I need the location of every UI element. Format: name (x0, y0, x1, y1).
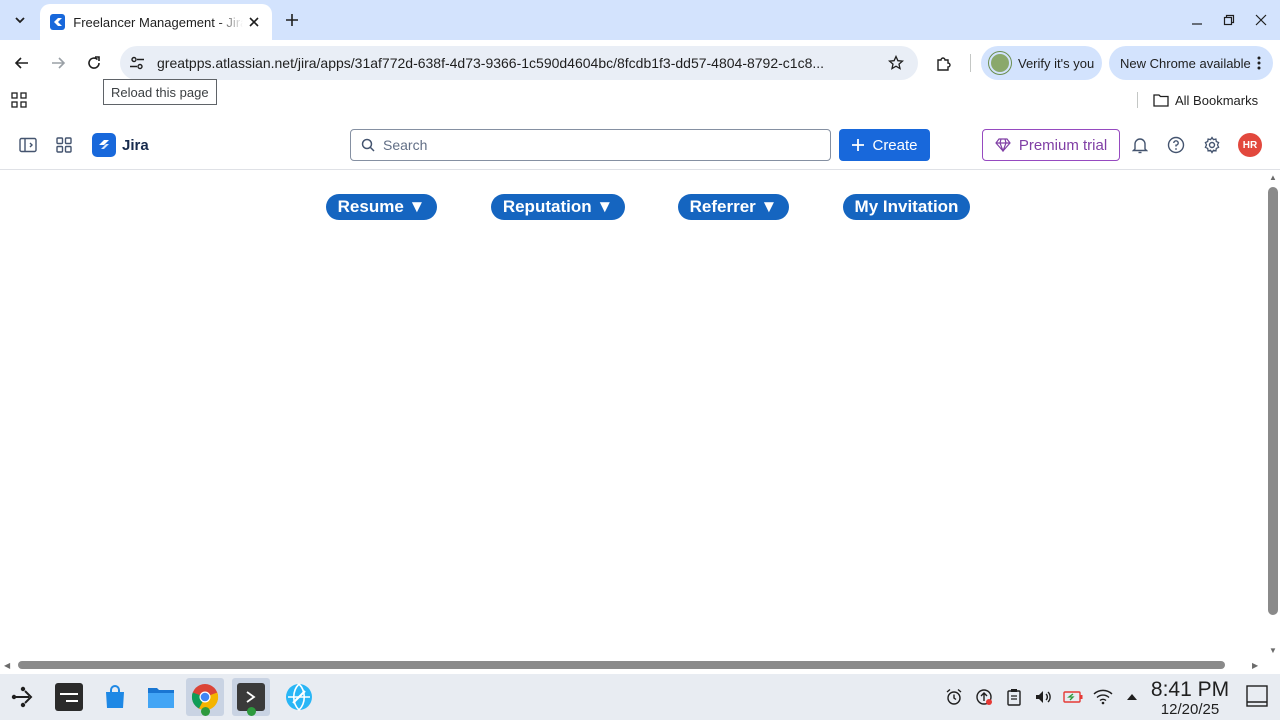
clipboard-tray-icon[interactable] (1004, 687, 1024, 707)
notifications-bell-icon[interactable] (1128, 133, 1152, 157)
vertical-scroll-thumb[interactable] (1268, 187, 1278, 615)
new-chrome-available-button[interactable]: New Chrome available (1109, 46, 1273, 80)
premium-trial-button[interactable]: Premium trial (982, 129, 1120, 161)
url-text: greatpps.atlassian.net/jira/apps/31af772… (157, 55, 825, 71)
browser-tabstrip: Freelancer Management - Jira (0, 0, 1280, 40)
wifi-tray-icon[interactable] (1093, 687, 1113, 707)
scroll-down-arrow-icon[interactable]: ▼ (1269, 646, 1277, 655)
verify-identity-button[interactable]: Verify it's you (981, 46, 1102, 80)
all-bookmarks-label: All Bookmarks (1175, 92, 1259, 108)
user-avatar[interactable]: HR (1238, 133, 1262, 157)
store-bag-icon[interactable] (96, 678, 134, 716)
reload-tooltip: Reload this page (103, 79, 217, 105)
terminal-taskbar-icon[interactable] (232, 678, 270, 716)
minimize-icon[interactable] (1185, 8, 1209, 32)
bookmarks-divider (1137, 92, 1138, 108)
jira-top-nav: Jira Create Premium trial HR (0, 120, 1280, 170)
plus-icon (851, 138, 865, 152)
settings-gear-icon[interactable] (1200, 133, 1224, 157)
new-chrome-label: New Chrome available (1120, 55, 1251, 71)
terminal-running-indicator-icon (247, 707, 256, 716)
update-tray-icon[interactable] (974, 687, 994, 707)
forward-arrow-icon[interactable] (43, 48, 73, 78)
show-desktop-icon[interactable] (1245, 684, 1269, 708)
extensions-puzzle-icon[interactable] (929, 48, 959, 78)
clock-date[interactable]: 12/20/25 (1150, 701, 1230, 718)
referrer-menu-button[interactable]: Referrer ▼ (678, 194, 789, 220)
jira-favicon-icon (50, 14, 66, 30)
horizontal-scrollbar[interactable]: ◀ ▶ (0, 658, 1266, 672)
reputation-menu-button[interactable]: Reputation ▼ (491, 194, 625, 220)
volume-tray-icon[interactable] (1033, 687, 1053, 707)
search-input[interactable] (383, 137, 823, 153)
profile-avatar-icon (989, 52, 1011, 74)
os-taskbar: 8:41 PM 12/20/25 (0, 674, 1280, 720)
scroll-left-arrow-icon[interactable]: ◀ (4, 661, 10, 670)
toolbar-divider (970, 54, 971, 72)
search-icon (361, 138, 375, 152)
folder-icon (1153, 93, 1169, 107)
jira-search-box[interactable] (350, 129, 831, 161)
scroll-right-arrow-icon[interactable]: ▶ (1252, 661, 1258, 670)
vertical-scrollbar[interactable]: ▲ ▼ (1266, 171, 1280, 658)
jira-logo[interactable]: Jira (92, 133, 149, 157)
system-settings-icon[interactable] (50, 678, 88, 716)
network-globe-app-icon[interactable] (280, 678, 318, 716)
new-tab-plus-icon[interactable] (280, 8, 304, 32)
app-content: Resume ▼ Reputation ▼ Referrer ▼ My Invi… (0, 171, 1266, 658)
battery-tray-icon[interactable] (1063, 687, 1083, 707)
help-icon[interactable] (1164, 133, 1188, 157)
site-info-icon[interactable] (125, 51, 149, 75)
resume-menu-button[interactable]: Resume ▼ (326, 194, 437, 220)
chrome-taskbar-icon[interactable] (186, 678, 224, 716)
tray-expand-arrow-icon[interactable] (1122, 687, 1142, 707)
apps-grid-icon[interactable] (11, 92, 27, 113)
clock-time[interactable]: 8:41 PM (1150, 678, 1230, 702)
kebab-menu-icon[interactable] (1257, 56, 1261, 70)
sidebar-toggle-icon[interactable] (16, 133, 40, 157)
app-switcher-icon[interactable] (52, 133, 76, 157)
gem-icon (995, 138, 1011, 152)
tab-close-icon[interactable] (245, 12, 264, 32)
reload-icon[interactable] (79, 48, 109, 78)
create-label: Create (872, 136, 918, 154)
alarm-tray-icon[interactable] (944, 687, 964, 707)
verify-label: Verify it's you (1018, 55, 1095, 71)
restore-icon[interactable] (1217, 8, 1241, 32)
my-invitation-button[interactable]: My Invitation (843, 194, 970, 220)
horizontal-scroll-thumb[interactable] (18, 661, 1225, 669)
address-bar[interactable]: greatpps.atlassian.net/jira/apps/31af772… (120, 46, 918, 80)
close-window-icon[interactable] (1249, 8, 1273, 32)
jira-app-name: Jira (122, 136, 149, 154)
bookmark-star-icon[interactable] (886, 53, 906, 73)
browser-tab-active[interactable]: Freelancer Management - Jira (40, 4, 272, 40)
premium-label: Premium trial (1018, 136, 1108, 154)
file-manager-icon[interactable] (142, 678, 180, 716)
all-bookmarks-button[interactable]: All Bookmarks (1153, 90, 1258, 110)
scroll-up-arrow-icon[interactable]: ▲ (1269, 173, 1277, 182)
tab-title: Freelancer Management - Jira (73, 14, 243, 30)
running-indicator-icon (201, 707, 210, 716)
launcher-icon[interactable] (3, 678, 41, 716)
back-arrow-icon[interactable] (7, 48, 37, 78)
tab-search-chevron-icon[interactable] (8, 8, 32, 32)
create-button[interactable]: Create (839, 129, 930, 161)
jira-logo-icon (92, 133, 116, 157)
